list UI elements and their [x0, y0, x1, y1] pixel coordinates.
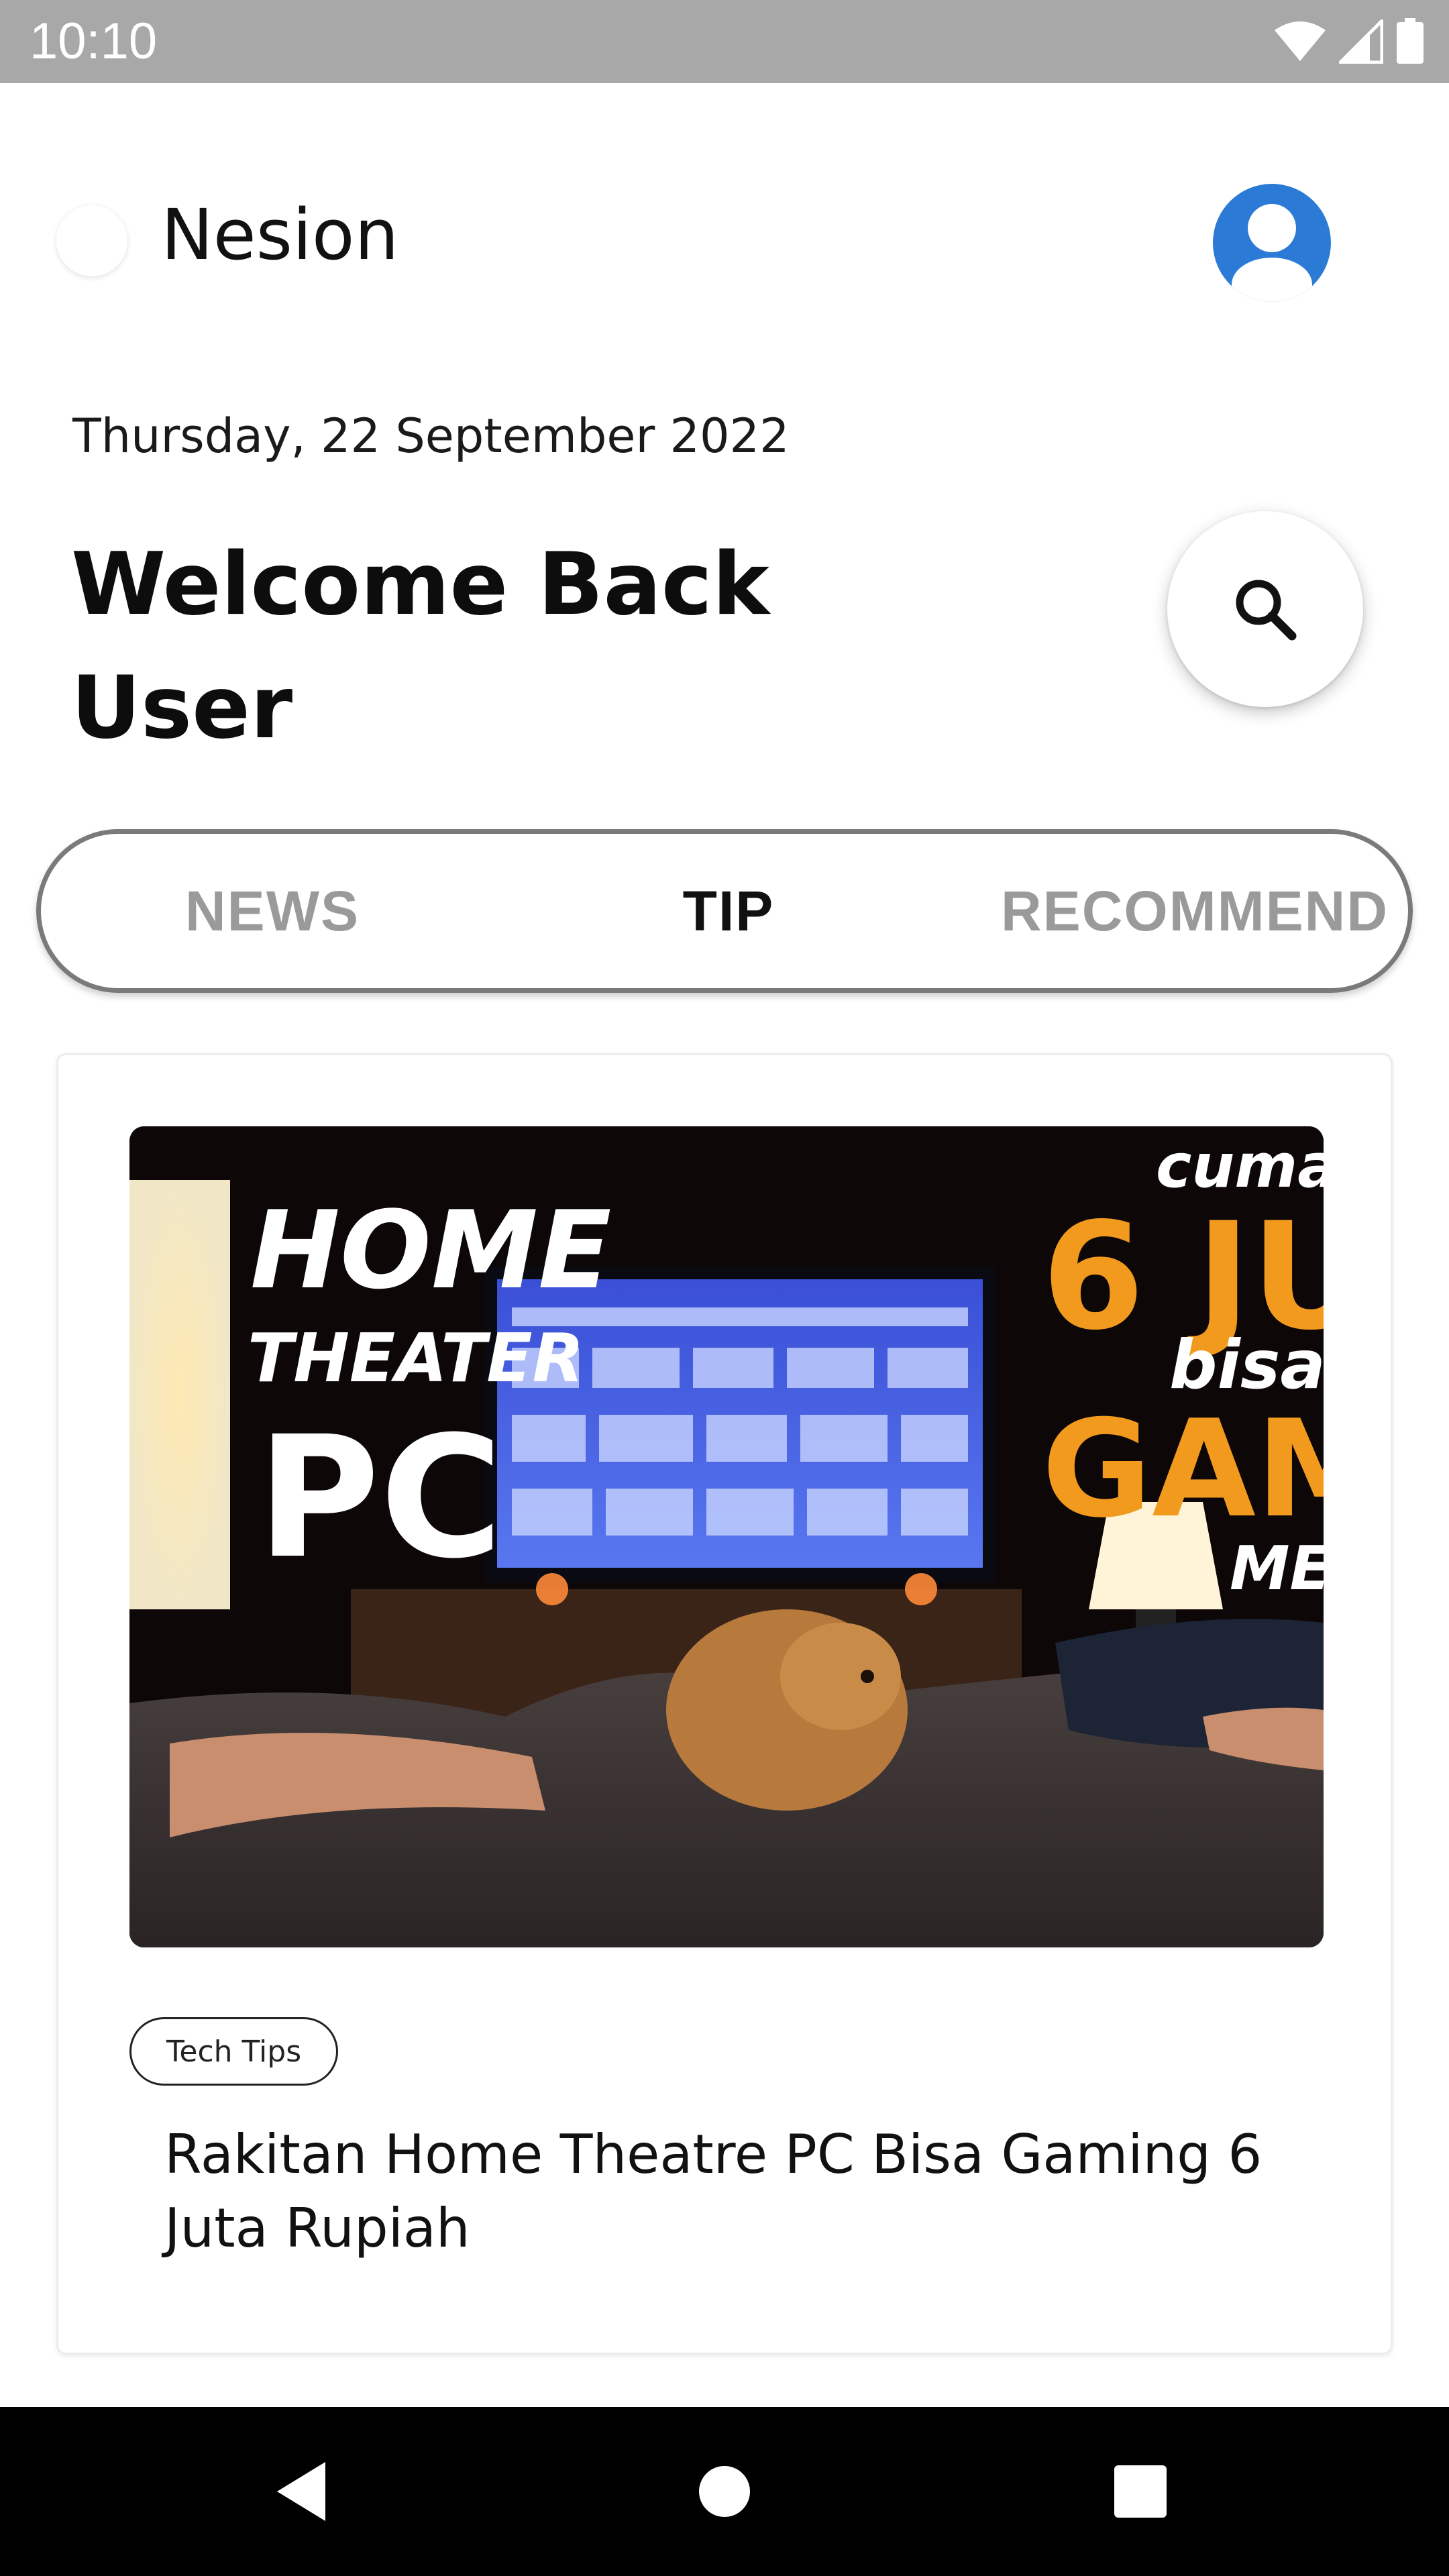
- recents-icon: [1114, 2465, 1167, 2518]
- current-date: Thursday, 22 September 2022: [72, 409, 790, 464]
- status-time: 10:10: [30, 13, 158, 70]
- article-image: HOME THEATER PC cuma 6 JUT bisa GAMIN ME…: [129, 1126, 1324, 1947]
- image-text-gaming: GAMIN: [1042, 1391, 1324, 1548]
- tab-news[interactable]: NEWS: [108, 834, 437, 988]
- profile-avatar-button[interactable]: [1213, 184, 1331, 302]
- app-name: Nesion: [161, 194, 399, 276]
- app-logo: [56, 205, 127, 276]
- status-bar: 10:10: [0, 0, 1449, 83]
- screen: 10:10 Nesion Thursday, 22 September 2022…: [0, 0, 1449, 2576]
- article-card[interactable]: HOME THEATER PC cuma 6 JUT bisa GAMIN ME…: [56, 1053, 1393, 2355]
- welcome-line-2: User: [71, 658, 293, 758]
- cell-signal-icon: [1339, 19, 1383, 64]
- battery-icon: [1397, 18, 1424, 64]
- welcome-heading: Welcome Back User: [71, 523, 943, 770]
- search-icon: [1236, 580, 1297, 641]
- home-icon: [699, 2466, 750, 2517]
- image-text-theater: THEATER: [248, 1319, 584, 1397]
- tab-recommend[interactable]: RECOMMEND: [980, 834, 1409, 988]
- tab-tip[interactable]: TIP: [564, 834, 893, 988]
- back-icon: [277, 2462, 325, 2521]
- category-tag[interactable]: Tech Tips: [129, 2017, 339, 2086]
- image-text-mewah: MEW: [1230, 1534, 1324, 1604]
- image-text-pc: PC: [257, 1400, 503, 1595]
- wifi-icon: [1275, 21, 1326, 61]
- article-thumbnail[interactable]: HOME THEATER PC cuma 6 JUT bisa GAMIN ME…: [129, 1126, 1324, 1947]
- system-nav-bar: [0, 2407, 1449, 2576]
- nav-home-button[interactable]: [684, 2451, 765, 2532]
- status-icons: [1273, 15, 1425, 68]
- article-title[interactable]: Rakitan Home Theatre PC Bisa Gaming 6 Ju…: [164, 2118, 1305, 2265]
- search-button[interactable]: [1167, 511, 1363, 707]
- account-circle-icon: [1213, 184, 1331, 302]
- category-tabs: NEWS TIP RECOMMEND: [36, 829, 1413, 993]
- welcome-line-1: Welcome Back: [71, 535, 769, 635]
- nav-back-button[interactable]: [262, 2451, 342, 2532]
- nav-recents-button[interactable]: [1100, 2451, 1181, 2532]
- image-text-home: HOME: [250, 1187, 611, 1313]
